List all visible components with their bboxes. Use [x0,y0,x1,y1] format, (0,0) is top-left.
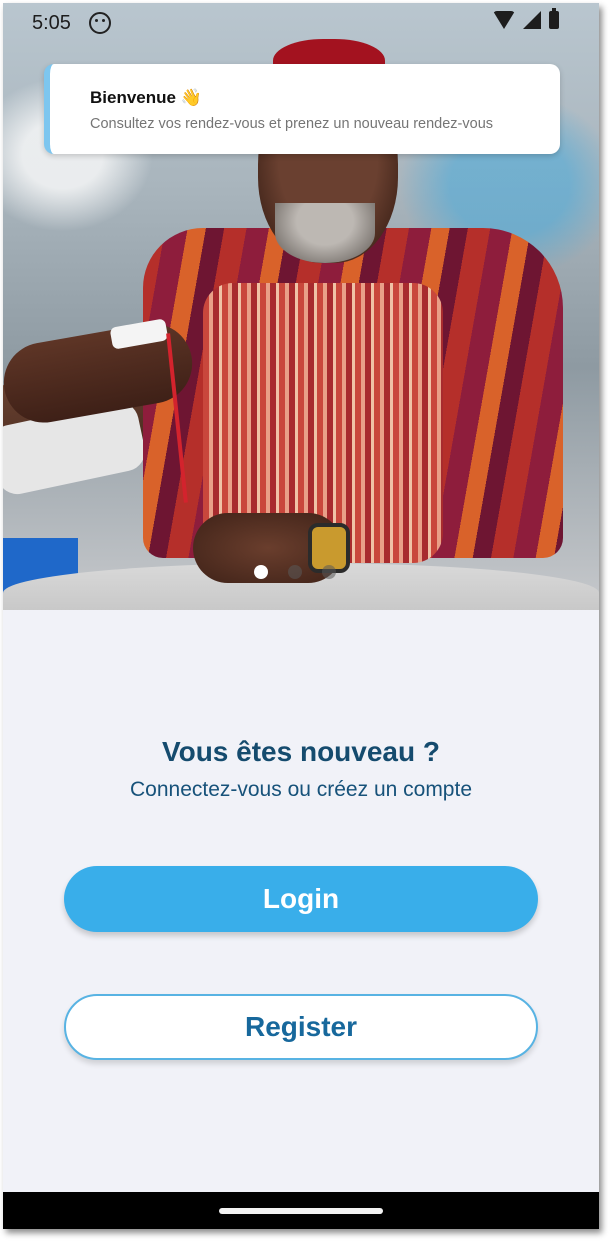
status-icons [493,8,559,29]
phone-screen: 5:05 Bienvenue 👋 Consultez vos rendez-vo… [3,3,599,1229]
carousel-dot[interactable] [288,565,302,579]
carousel-dot-active[interactable] [254,565,268,579]
carousel-dots [254,565,336,579]
face-notification-icon [89,12,111,34]
battery-icon [549,8,559,29]
signal-icon [523,11,541,29]
home-gesture-handle[interactable] [219,1208,383,1214]
login-button[interactable]: Login [64,866,538,932]
welcome-toast[interactable]: Bienvenue 👋 Consultez vos rendez-vous et… [44,64,560,154]
beard [275,203,375,263]
status-time: 5:05 [32,12,71,34]
navigation-bar [3,1192,599,1229]
status-bar: 5:05 [3,3,599,43]
carousel-dot[interactable] [322,565,336,579]
toast-message: Consultez vos rendez-vous et prenez un n… [90,116,494,132]
wifi-icon [493,11,515,29]
welcome-heading: Vous êtes nouveau ? [162,736,440,767]
register-button[interactable]: Register [64,994,538,1060]
welcome-subheading: Connectez-vous ou créez un compte [129,778,473,801]
toast-title: Bienvenue 👋 [90,88,202,107]
